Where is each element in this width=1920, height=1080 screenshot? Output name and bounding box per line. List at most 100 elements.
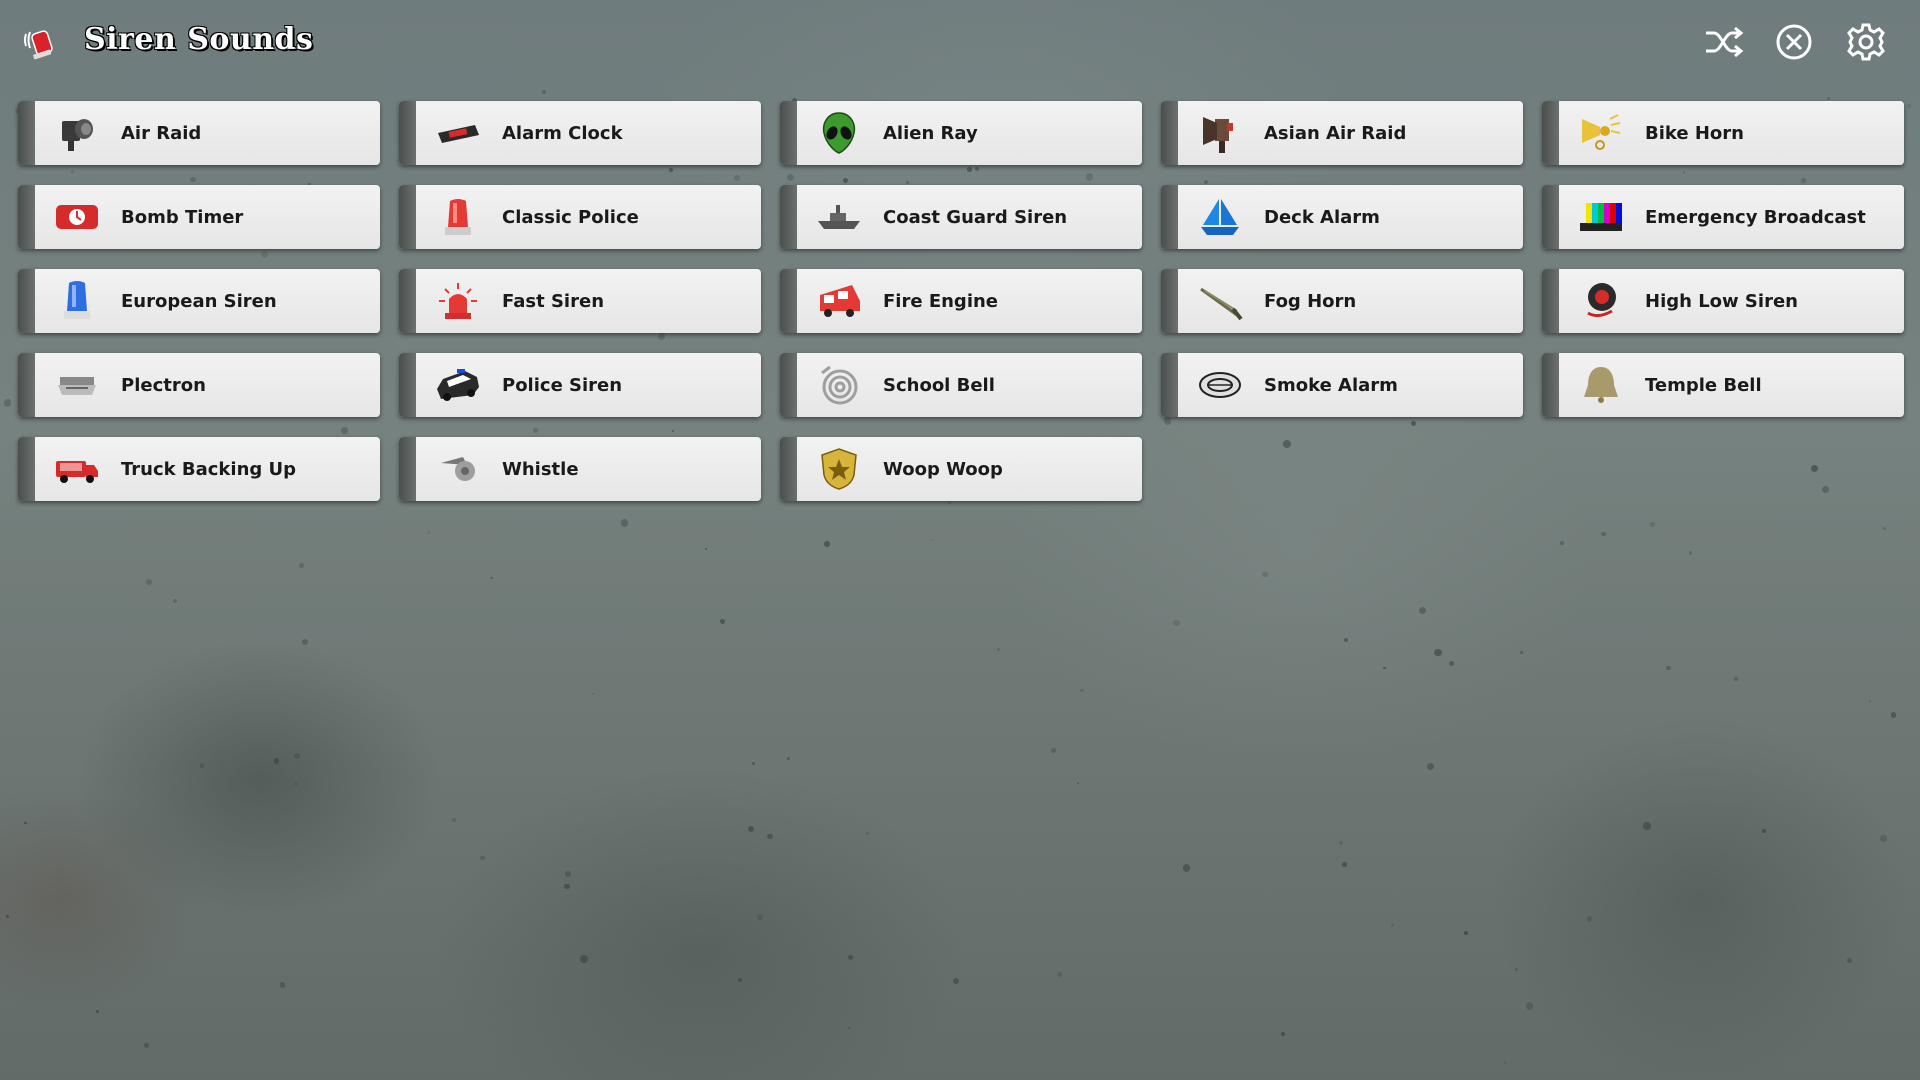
sound-tile-deck-alarm[interactable]: Deck Alarm	[1161, 185, 1523, 249]
concrete-speck	[172, 599, 178, 604]
alarm-clock-icon	[435, 111, 481, 155]
concrete-speck	[579, 955, 588, 963]
sound-tile-fog-horn[interactable]: Fog Horn	[1161, 269, 1523, 333]
sound-label: Bomb Timer	[121, 206, 244, 228]
sound-tile-alien-ray[interactable]: Alien Ray	[780, 101, 1142, 165]
concrete-speck	[1907, 103, 1912, 108]
concrete-speck	[1847, 958, 1852, 963]
sound-label: Emergency Broadcast	[1645, 206, 1866, 228]
concrete-speck	[24, 821, 28, 825]
whistle-icon	[435, 447, 481, 491]
sailboat-icon	[1197, 195, 1243, 239]
concrete-speck	[1382, 666, 1386, 670]
concrete-speck	[824, 541, 830, 547]
truck-icon	[54, 447, 100, 491]
blue-beacon-icon	[54, 279, 100, 323]
concrete-speck	[1826, 96, 1831, 101]
sound-tile-school-bell[interactable]: School Bell	[780, 353, 1142, 417]
bell-icon	[1578, 363, 1624, 407]
police-badge-icon	[816, 447, 862, 491]
sound-tile-bike-horn[interactable]: Bike Horn	[1542, 101, 1904, 165]
concrete-speck	[95, 1010, 99, 1014]
sound-label: High Low Siren	[1645, 290, 1798, 312]
sound-grid: Air Raid Alarm Clock Alien Ray Asian Air…	[18, 101, 1904, 501]
concrete-speck	[1076, 781, 1079, 784]
concrete-speck	[542, 90, 547, 95]
sound-label: School Bell	[883, 374, 995, 396]
sound-label: Alien Ray	[883, 122, 978, 144]
sound-tile-asian-air-raid[interactable]: Asian Air Raid	[1161, 101, 1523, 165]
sound-label: Bike Horn	[1645, 122, 1744, 144]
concrete-speck	[1434, 648, 1442, 656]
concrete-speck	[1427, 762, 1435, 770]
sound-tile-high-low-siren[interactable]: High Low Siren	[1542, 269, 1904, 333]
red-beacon-icon	[435, 195, 481, 239]
sound-tile-temple-bell[interactable]: Temple Bell	[1542, 353, 1904, 417]
sound-tile-classic-police[interactable]: Classic Police	[399, 185, 761, 249]
close-circle-icon	[1776, 24, 1812, 60]
concrete-speck	[737, 977, 742, 982]
concrete-speck	[1733, 677, 1738, 682]
concrete-speck	[866, 831, 869, 835]
sound-tile-coast-guard-siren[interactable]: Coast Guard Siren	[780, 185, 1142, 249]
police-car-icon	[435, 363, 481, 407]
concrete-speck	[1503, 1061, 1507, 1064]
sound-tile-police-siren[interactable]: Police Siren	[399, 353, 761, 417]
sound-label: Fire Engine	[883, 290, 999, 312]
concrete-speck	[1560, 540, 1565, 545]
radio-receiver-icon	[54, 363, 100, 407]
shuffle-icon	[1706, 26, 1744, 58]
concrete-speck	[1080, 688, 1084, 693]
concrete-speck	[1890, 712, 1897, 718]
sound-tile-alarm-clock[interactable]: Alarm Clock	[399, 101, 761, 165]
siren-app-icon	[22, 24, 58, 60]
sound-tile-emergency-broadcast[interactable]: Emergency Broadcast	[1542, 185, 1904, 249]
concrete-speck	[1280, 1031, 1286, 1037]
sound-tile-fire-engine[interactable]: Fire Engine	[780, 269, 1142, 333]
concrete-speck	[200, 763, 205, 768]
sound-tile-fast-siren[interactable]: Fast Siren	[399, 269, 761, 333]
alien-icon	[816, 111, 862, 155]
concrete-speck	[848, 954, 854, 960]
concrete-speck	[930, 539, 933, 542]
megaphone-siren-icon	[1197, 111, 1243, 155]
gear-icon	[1847, 23, 1885, 61]
sound-label: Fast Siren	[502, 290, 605, 312]
sound-label: Asian Air Raid	[1264, 122, 1407, 144]
concrete-speck	[273, 757, 280, 764]
sound-label: Smoke Alarm	[1264, 374, 1398, 396]
concrete-speck	[1056, 972, 1062, 977]
sound-label: Whistle	[502, 458, 579, 480]
stop-button[interactable]	[1770, 18, 1818, 66]
concrete-speck	[490, 576, 493, 580]
flashing-beacon-icon	[435, 279, 481, 323]
concrete-speck	[1338, 840, 1344, 846]
concrete-speck	[1520, 651, 1524, 655]
sound-tile-bomb-timer[interactable]: Bomb Timer	[18, 185, 380, 249]
color-bars-icon	[1578, 195, 1624, 239]
concrete-speck	[996, 648, 1001, 652]
sound-label: Woop Woop	[883, 458, 1003, 480]
speaker-siren-icon	[1578, 279, 1624, 323]
ship-icon	[816, 195, 862, 239]
sound-tile-european-siren[interactable]: European Siren	[18, 269, 380, 333]
concrete-speck	[1464, 931, 1468, 935]
settings-button[interactable]	[1842, 18, 1890, 66]
sound-tile-whistle[interactable]: Whistle	[399, 437, 761, 501]
sound-label: Plectron	[121, 374, 206, 396]
concrete-speck	[767, 833, 773, 840]
sound-tile-plectron[interactable]: Plectron	[18, 353, 380, 417]
shuffle-button[interactable]	[1700, 18, 1748, 66]
sound-tile-air-raid[interactable]: Air Raid	[18, 101, 380, 165]
sound-label: Fog Horn	[1264, 290, 1357, 312]
app-title: Siren Sounds	[84, 22, 314, 57]
fire-truck-icon	[816, 279, 862, 323]
concrete-speck	[1262, 571, 1268, 578]
sound-label: Air Raid	[121, 122, 202, 144]
sound-tile-smoke-alarm[interactable]: Smoke Alarm	[1161, 353, 1523, 417]
concrete-speck	[1419, 606, 1427, 614]
sound-tile-woop-woop[interactable]: Woop Woop	[780, 437, 1142, 501]
sound-tile-truck-backing-up[interactable]: Truck Backing Up	[18, 437, 380, 501]
concrete-speck	[747, 825, 754, 832]
concrete-speck	[427, 531, 431, 535]
